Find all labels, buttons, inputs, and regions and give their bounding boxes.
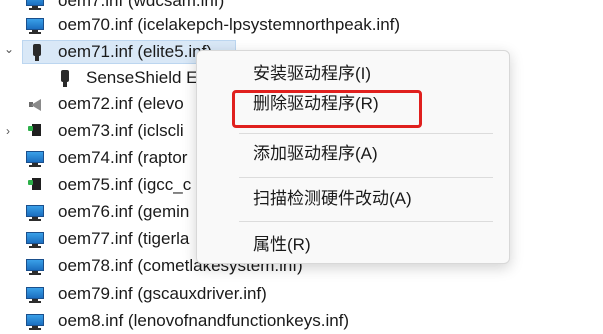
annotation-highlight-box [232,90,422,128]
usb-icon [56,69,74,87]
tree-item-label: oem70.inf (icelakepch-lpsystemnorthpeak.… [58,15,401,34]
usb-icon [28,43,46,61]
tree-item-label: oem72.inf (elevo [58,94,184,113]
tree-item-oem73[interactable]: oem73.inf (iclscli [26,118,184,144]
monitor-icon [26,203,44,221]
tree-item-oem79[interactable]: oem79.inf (gscauxdriver.inf) [26,281,267,307]
menu-item-add-driver[interactable]: 添加驱动程序(A) [253,143,378,165]
tree-item-label: oem75.inf (igcc_c [58,175,192,194]
chip-icon [26,176,44,194]
tree-item-label: SenseShield E [86,68,198,87]
menu-item-scan-hardware[interactable]: 扫描检测硬件改动(A) [253,188,412,210]
monitor-icon [26,149,44,167]
tree-item-oem8[interactable]: oem8.inf (lenovofnandfunctionkeys.inf) [26,308,349,334]
tree-item-oem72[interactable]: oem72.inf (elevo [26,91,184,117]
context-menu: 安装驱动程序(I) 删除驱动程序(R) 添加驱动程序(A) 扫描检测硬件改动(A… [196,50,510,264]
monitor-icon [26,0,44,10]
tree-item-oem74[interactable]: oem74.inf (raptor [26,145,187,171]
tree-item-label: oem73.inf (iclscli [58,121,184,140]
tree-item-oem75[interactable]: oem75.inf (igcc_c [26,172,191,198]
speaker-icon [28,95,46,113]
chip-icon [26,122,44,140]
tree-item-oem70[interactable]: oem70.inf (icelakepch-lpsystemnorthpeak.… [26,12,400,38]
monitor-icon [26,312,44,330]
tree-item-label: oem71.inf (elite5.inf) [58,42,213,61]
tree-item-oem71[interactable]: oem71.inf (elite5.inf) [26,39,212,65]
menu-separator [239,177,493,178]
menu-separator [239,221,493,222]
tree-item-oem76[interactable]: oem76.inf (gemin [26,199,189,225]
tree-item-oem77[interactable]: oem77.inf (tigerla [26,226,189,252]
menu-item-properties[interactable]: 属性(R) [253,234,311,256]
menu-item-install-driver[interactable]: 安装驱动程序(I) [253,63,371,85]
monitor-icon [26,16,44,34]
menu-separator [239,133,493,134]
chevron-down-icon[interactable]: ⌄ [4,42,14,56]
tree-item-senseshield[interactable]: SenseShield E [56,65,198,91]
tree-item-label: oem77.inf (tigerla [58,229,190,248]
chevron-right-icon[interactable]: › [6,124,16,138]
monitor-icon [26,285,44,303]
monitor-icon [26,257,44,275]
monitor-icon [26,230,44,248]
tree-item-label: oem76.inf (gemin [58,202,190,221]
tree-item-label: oem74.inf (raptor [58,148,188,167]
tree-item-label: oem79.inf (gscauxdriver.inf) [58,284,267,303]
tree-item-label: oem8.inf (lenovofnandfunctionkeys.inf) [58,311,350,330]
